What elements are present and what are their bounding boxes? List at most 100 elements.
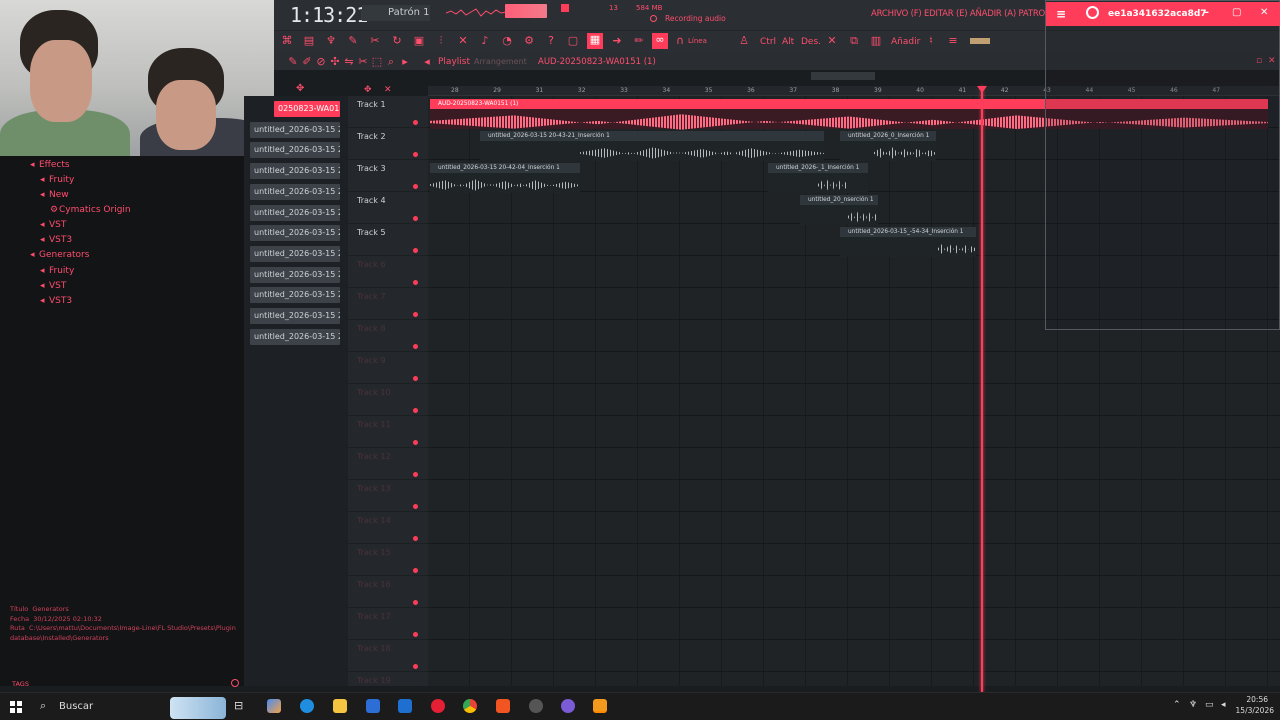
track-mute-led[interactable]	[413, 248, 418, 253]
record-icon[interactable]	[650, 15, 657, 22]
track-mute-led[interactable]	[413, 376, 418, 381]
clip-source-item[interactable]: untitled_2026-03-15 20-	[250, 204, 340, 221]
track-header[interactable]: Track 3	[348, 160, 428, 192]
explorer-icon[interactable]	[333, 699, 347, 713]
hamburger-icon[interactable]: ≡	[1056, 7, 1066, 21]
clip-source-item[interactable]: untitled_2026-03-15 20-	[250, 121, 340, 138]
track-header[interactable]: Track 6	[348, 256, 428, 288]
pattern-selector[interactable]: Patrón 1	[362, 5, 430, 21]
clock-time[interactable]: 20:56	[1238, 695, 1268, 704]
track-mute-led[interactable]	[413, 216, 418, 221]
track-header[interactable]: Track 4	[348, 192, 428, 224]
obs-icon[interactable]	[529, 699, 543, 713]
playlist-menu-icon[interactable]: ◂	[420, 55, 434, 69]
tool-mute-icon[interactable]: ✣	[328, 55, 342, 69]
track-mute-led[interactable]	[413, 664, 418, 669]
group-icon[interactable]: ▥	[869, 34, 883, 48]
horizontal-scrollbar[interactable]	[811, 72, 875, 80]
playhead-marker-icon[interactable]	[977, 86, 987, 93]
link-icon[interactable]: ∞	[652, 33, 668, 49]
track-header[interactable]: Track 17	[348, 608, 428, 640]
browser-icon[interactable]: ⌘	[280, 34, 294, 48]
browser-item[interactable]: ◂ Fruity	[40, 266, 74, 276]
help-icon[interactable]: ?	[544, 34, 558, 48]
volume-icon[interactable]: ◂	[1221, 700, 1226, 710]
copilot-icon[interactable]	[267, 699, 281, 713]
track-lane[interactable]	[428, 608, 1280, 640]
track-mute-led[interactable]	[413, 472, 418, 477]
track-mute-led[interactable]	[413, 632, 418, 637]
tool-zoom-icon[interactable]: ⌕	[384, 55, 398, 69]
mixer-icon[interactable]: ⫶	[434, 34, 448, 48]
clip-source-item[interactable]: untitled_2026-03-15 20-	[250, 308, 340, 324]
stamp-icon[interactable]: ♙	[737, 34, 751, 48]
chrome-icon[interactable]	[463, 699, 477, 713]
brave-icon[interactable]	[496, 699, 510, 713]
clock-date[interactable]: 15/3/2026	[1232, 706, 1274, 715]
close-icon[interactable]: ✕	[1260, 7, 1268, 18]
pattern-icon[interactable]: ✂	[368, 34, 382, 48]
tool-delete-icon[interactable]: ⊘	[314, 55, 328, 69]
track-header[interactable]: Track 8	[348, 320, 428, 352]
search-icon[interactable]: ⌕	[40, 699, 46, 713]
track-header[interactable]: Track 9	[348, 352, 428, 384]
alt-label[interactable]: Alt	[782, 37, 794, 47]
track-mute-led[interactable]	[413, 568, 418, 573]
snap-selector[interactable]: Línea	[688, 37, 707, 45]
clip-source-item[interactable]: untitled_2026-03-15 20-	[250, 245, 340, 262]
save-icon[interactable]: ▣	[412, 34, 426, 48]
delete-icon[interactable]: ✕	[825, 34, 839, 48]
playlist-icon[interactable]: ▦	[587, 33, 603, 49]
tags-label[interactable]: TAGS	[12, 680, 29, 688]
outlook-icon[interactable]	[398, 699, 412, 713]
audio-clip-2[interactable]: untitled_2026-03-15 20-43-21_Inserción 1	[480, 131, 824, 161]
track-mute-led[interactable]	[413, 344, 418, 349]
track-mute-led[interactable]	[413, 184, 418, 189]
track-lane[interactable]	[428, 384, 1280, 416]
magnet-icon[interactable]: ∩	[673, 34, 687, 48]
clip-source-item[interactable]: untitled_2026-03-15 20-	[250, 328, 340, 345]
track-header[interactable]: Track 15	[348, 544, 428, 576]
tool-draw-icon[interactable]: ✎	[286, 55, 300, 69]
cliplist-add-icon[interactable]: ✥	[296, 83, 304, 94]
track-mute-led[interactable]	[413, 152, 418, 157]
track-header[interactable]: Track 13	[348, 480, 428, 512]
browser-item[interactable]: ◂ Fruity	[40, 175, 74, 185]
loop-icon[interactable]: ↻	[390, 34, 404, 48]
file-icon[interactable]: ▤	[302, 34, 316, 48]
browser-item[interactable]: ⚙Cymatics Origin	[50, 205, 131, 215]
audio-clip-7[interactable]: untitled_2026-03-15_-54-34_Inserción 1	[840, 227, 976, 257]
track-lane[interactable]	[428, 640, 1280, 672]
track-lane[interactable]	[428, 416, 1280, 448]
tool-select-icon[interactable]: ⬚	[370, 55, 384, 69]
maximize-icon[interactable]: ▢	[1232, 7, 1241, 18]
taskbar-search[interactable]: Buscar	[59, 701, 93, 712]
clip-source-item[interactable]: untitled_2026-03-15 20-	[250, 163, 340, 180]
track-mute-led[interactable]	[413, 440, 418, 445]
track-lane[interactable]	[428, 544, 1280, 576]
tempo-icon[interactable]: ♮	[924, 34, 938, 48]
browser-item[interactable]: ◂ Effects	[30, 160, 70, 170]
mic-tray-icon[interactable]: ♆	[1189, 700, 1197, 710]
audio-clip-3[interactable]: untitled_2026_0_Inserción 1	[840, 131, 936, 161]
overlay-titlebar[interactable]: ≡ ee1a341632aca8d7 – ▢ ✕	[1046, 2, 1280, 26]
menu-icon[interactable]: ≡	[946, 34, 960, 48]
edge-icon[interactable]	[300, 699, 314, 713]
track-lane[interactable]	[428, 448, 1280, 480]
track-mute-led[interactable]	[413, 280, 418, 285]
plugin-icon[interactable]: ♆	[324, 34, 338, 48]
audio-clip-6[interactable]: untitled_20_nserción 1	[800, 195, 878, 225]
browser-item[interactable]: ◂ New	[40, 190, 69, 200]
browser-item[interactable]: ◂ VST3	[40, 235, 72, 245]
track-header[interactable]: Track 14	[348, 512, 428, 544]
add-label[interactable]: Añadir	[891, 37, 920, 47]
browser-item[interactable]: ◂ VST	[40, 281, 66, 291]
tool-slice-icon[interactable]: ✂	[356, 55, 370, 69]
playlist-arrangement-name[interactable]: AUD-20250823-WA0151 (1)	[538, 57, 656, 67]
track-lane[interactable]	[428, 576, 1280, 608]
discord-icon[interactable]	[561, 699, 575, 713]
tool-play-icon[interactable]: ▸	[398, 55, 412, 69]
playhead[interactable]	[981, 86, 983, 692]
track-lane[interactable]	[428, 512, 1280, 544]
track-mute-led[interactable]	[413, 504, 418, 509]
